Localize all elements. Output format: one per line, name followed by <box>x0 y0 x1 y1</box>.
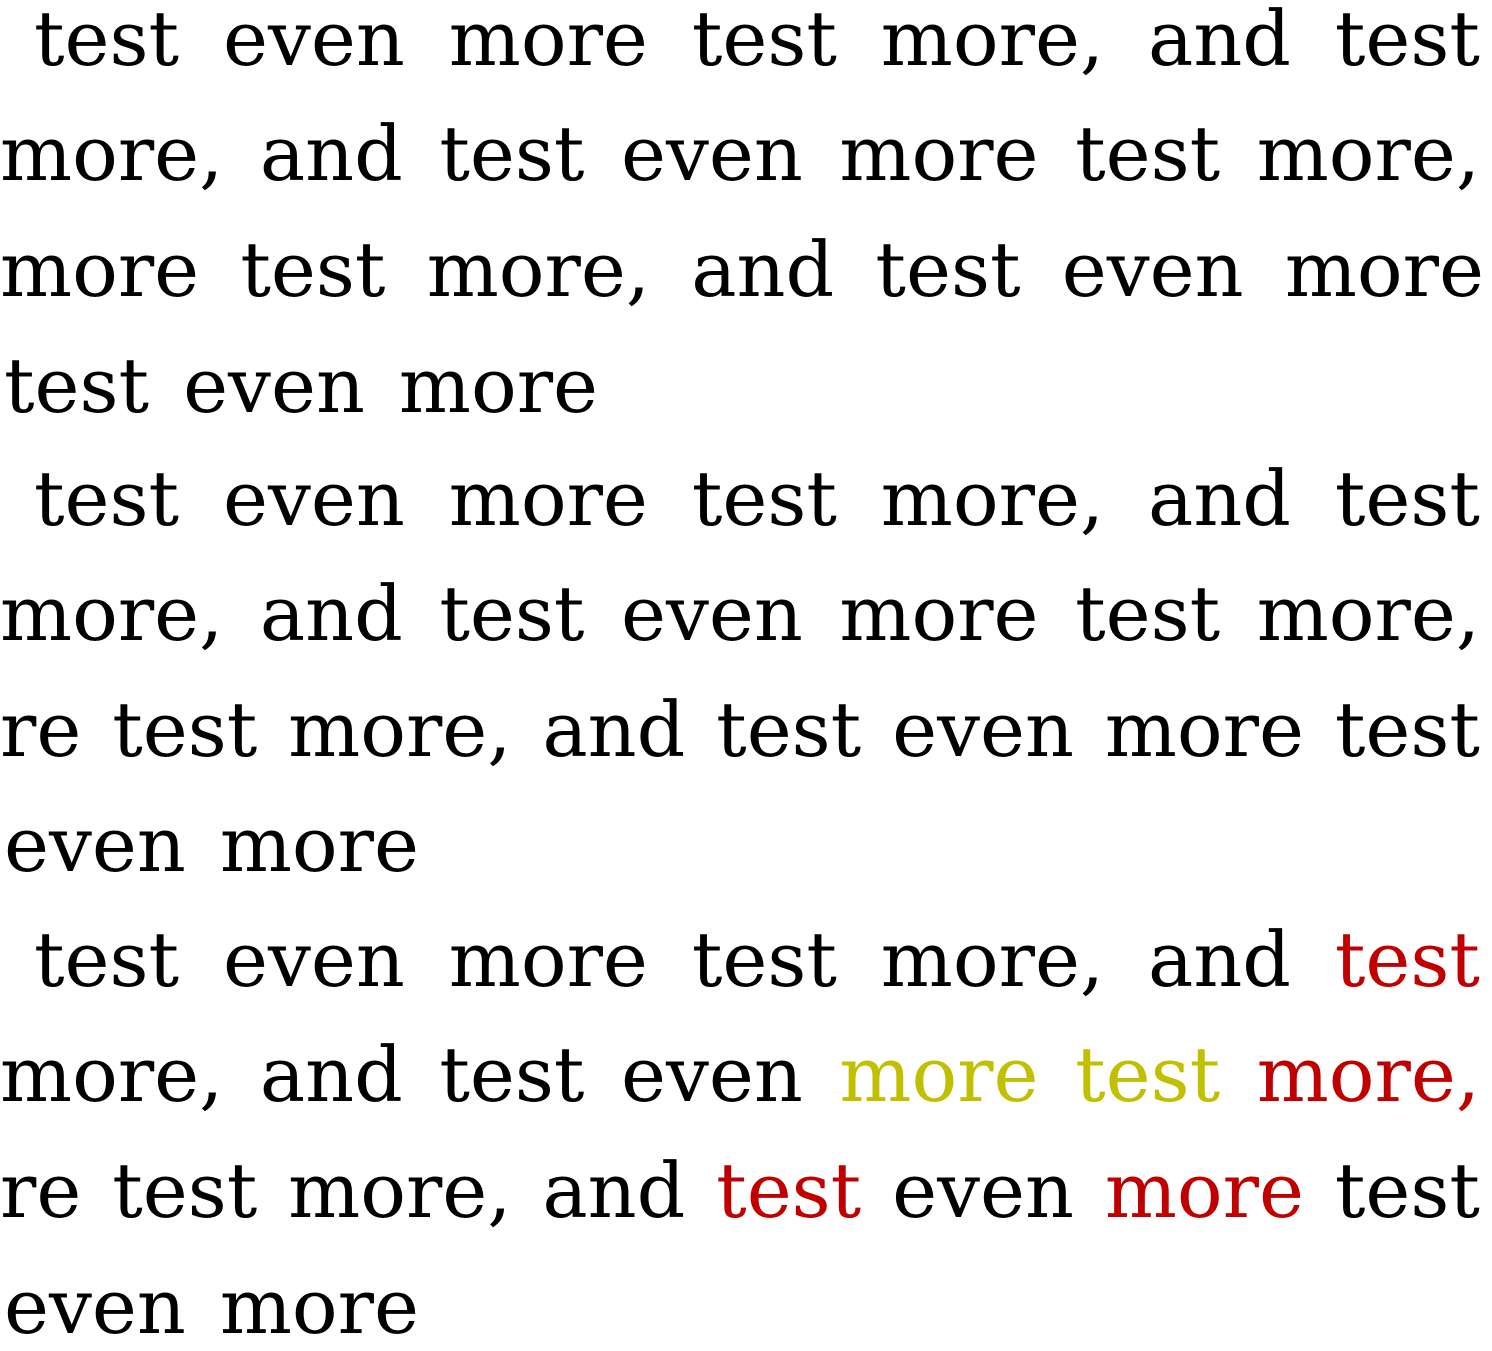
word: more <box>1104 685 1304 774</box>
word: and <box>259 109 403 198</box>
word: more, <box>0 109 224 198</box>
word: even <box>1061 225 1244 314</box>
word: and <box>542 685 686 774</box>
word: more <box>398 341 599 430</box>
text-line-2: more, and test even more test more, <box>0 96 1492 212</box>
text-line-3: more test more, and test even more <box>0 212 1492 328</box>
word: test <box>1334 1146 1480 1235</box>
word: even <box>620 109 803 198</box>
word: more, <box>880 454 1105 543</box>
text-line-11: re test more, and test even more test <box>0 1133 1492 1249</box>
word: more, <box>288 1146 512 1235</box>
word: more, <box>426 225 650 314</box>
word: and <box>1148 0 1291 83</box>
word: even <box>620 569 803 658</box>
word: more, <box>0 1030 224 1119</box>
word: and <box>259 569 403 658</box>
word: re <box>0 685 82 774</box>
word: and <box>259 1030 403 1119</box>
text-line-7: re test more, and test even more test <box>0 672 1492 788</box>
text-line-1: test even more test more, and test <box>0 0 1492 97</box>
word: more, <box>1256 569 1480 658</box>
word: more, <box>1256 109 1480 198</box>
word: test <box>112 685 258 774</box>
word: even <box>892 685 1074 774</box>
word: more <box>219 1262 419 1351</box>
word: more, <box>288 685 512 774</box>
text-line-4: test even more <box>0 328 1492 444</box>
word: test <box>439 109 585 198</box>
word: and <box>691 225 835 314</box>
word: test <box>34 0 180 83</box>
word: more <box>839 1030 1039 1119</box>
word: even <box>222 915 405 1004</box>
word: test <box>1334 454 1480 543</box>
word: test <box>1334 0 1480 83</box>
word: more <box>219 800 419 889</box>
word: test <box>1334 685 1480 774</box>
word: test <box>1334 915 1480 1004</box>
word: test <box>691 0 837 83</box>
text-line-5: test even more test more, and test <box>0 441 1492 557</box>
word: more <box>839 109 1039 198</box>
word: even <box>183 341 365 430</box>
word: more <box>448 915 648 1004</box>
word: even <box>4 800 186 889</box>
text-line-10: more, and test even more test more, <box>0 1017 1492 1133</box>
word: more, <box>1256 1030 1480 1119</box>
word: test <box>875 225 1021 314</box>
word: more, <box>880 915 1105 1004</box>
word: test <box>4 341 150 430</box>
word: more <box>448 454 648 543</box>
word: test <box>34 915 180 1004</box>
word: more <box>448 0 648 83</box>
word: more <box>0 225 200 314</box>
word: and <box>1148 454 1291 543</box>
word: even <box>892 1146 1074 1235</box>
word: even <box>222 454 405 543</box>
text-line-6: more, and test even more test more, <box>0 556 1492 672</box>
word: test <box>691 915 837 1004</box>
text-line-8: even more <box>0 787 1492 903</box>
word: even <box>620 1030 803 1119</box>
word: test <box>112 1146 258 1235</box>
word: more <box>1284 225 1484 314</box>
word: more, <box>880 0 1105 83</box>
text-line-9: test even more test more, and test <box>0 902 1492 1018</box>
word: test <box>439 1030 585 1119</box>
word: and <box>1148 915 1291 1004</box>
word: test <box>1075 569 1221 658</box>
word: test <box>240 225 386 314</box>
word: test <box>439 569 585 658</box>
word: more, <box>0 569 224 658</box>
document-page: test even more test more, and test more, and tes… <box>0 0 1492 1351</box>
word: even <box>4 1262 186 1351</box>
word: test <box>34 454 180 543</box>
word: even <box>222 0 405 83</box>
word: test <box>716 685 862 774</box>
word: re <box>0 1146 82 1235</box>
text-line-12: even more <box>0 1249 1492 1351</box>
word: test <box>691 454 837 543</box>
word: test <box>716 1146 862 1235</box>
word: test <box>1075 1030 1221 1119</box>
word: and <box>542 1146 686 1235</box>
word: test <box>1075 109 1221 198</box>
word: more <box>839 569 1039 658</box>
word: more <box>1104 1146 1304 1235</box>
